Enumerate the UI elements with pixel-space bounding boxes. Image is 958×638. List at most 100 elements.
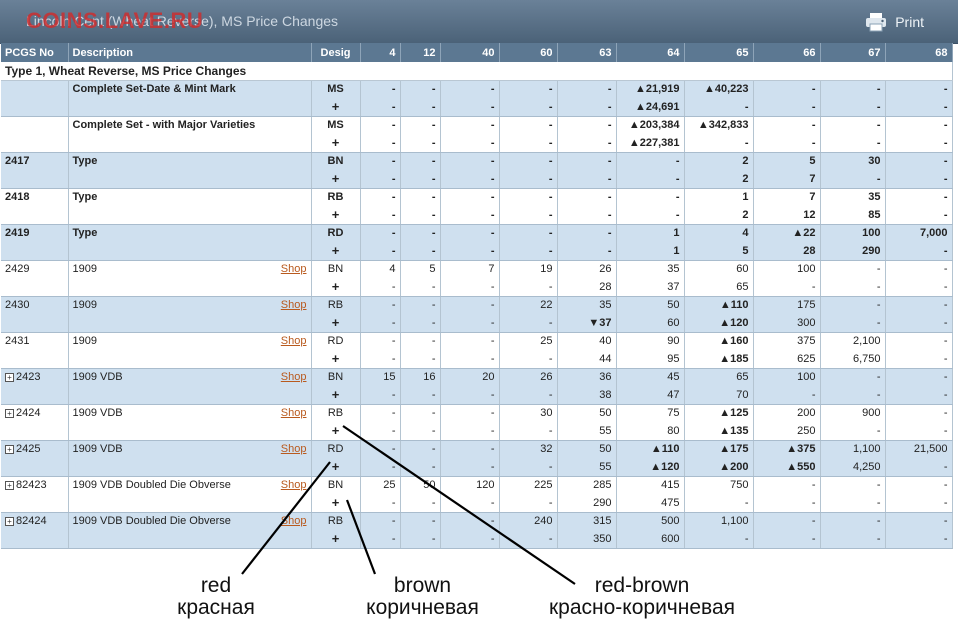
price-cell-12: -: [400, 494, 441, 513]
col-header-grade-4[interactable]: 4: [360, 43, 401, 62]
pcgs-cell: 2431: [1, 332, 69, 350]
price-cell-68: -: [885, 80, 953, 98]
price-cell-4: -: [360, 170, 401, 189]
description-cell: Shop 1909 VDB: [68, 440, 312, 458]
price-cell-68: -: [885, 242, 953, 261]
price-cell-68: -: [885, 98, 953, 117]
table-row-plus: + - - - - -1 5 28 290-: [1, 242, 953, 261]
annotation-brown-en: brown: [393, 574, 452, 597]
price-cell-12: -: [400, 404, 441, 422]
price-cell-4: -: [360, 494, 401, 513]
expand-icon[interactable]: +: [5, 480, 14, 490]
expand-icon[interactable]: +: [5, 516, 14, 526]
print-button[interactable]: Print: [865, 12, 924, 32]
price-cell-12: -: [400, 224, 441, 242]
price-cell-66: 7: [753, 188, 821, 206]
table-row: +2423 Shop 1909 VDB BN 15 16 20 26 36 45 65 100- -: [1, 368, 953, 386]
desig-cell: BN: [311, 368, 361, 386]
price-cell-60: 240: [499, 512, 558, 530]
price-cell-63: 350: [557, 530, 617, 549]
desig-cell: BN: [311, 260, 361, 278]
table-row-plus: + - - - -55 ▲120 ▲200 ▲550 4,250-: [1, 458, 953, 477]
table-row: 2419 Type RD - - - - -1 4 ▲22 100 7,000: [1, 224, 953, 242]
price-cell-40: 20: [440, 368, 500, 386]
price-cell-64: 60: [616, 314, 685, 333]
price-cell-65: 2: [684, 206, 754, 225]
col-header-grade-40[interactable]: 40: [440, 43, 500, 62]
description-text: 1909 VDB Doubled Die Obverse: [72, 479, 231, 492]
description-cell: Shop 1909 VDB: [68, 368, 312, 386]
price-cell-40: -: [440, 206, 500, 225]
shop-link[interactable]: Shop: [281, 443, 307, 455]
col-header-grade-66[interactable]: 66: [753, 43, 821, 62]
col-header-grade-63[interactable]: 63: [557, 43, 617, 62]
col-header-desig[interactable]: Desig: [311, 43, 361, 62]
price-cell-65: ▲342,833: [684, 116, 754, 134]
shop-link[interactable]: Shop: [281, 371, 307, 383]
price-cell-64: 80: [616, 422, 685, 441]
price-cell-65: -: [684, 98, 754, 117]
price-cell-68: -: [885, 152, 953, 170]
col-header-grade-67[interactable]: 67: [820, 43, 886, 62]
description-cell: [68, 134, 312, 153]
description-text: Complete Set - with Major Varieties: [72, 119, 256, 132]
price-cell-40: -: [440, 422, 500, 441]
pcgs-cell: [1, 80, 69, 98]
pcgs-number: 2417: [5, 155, 30, 168]
price-cell-40: -: [440, 116, 500, 134]
price-cell-66: 12: [753, 206, 821, 225]
description-cell: Type: [68, 224, 312, 242]
price-cell-63: -: [557, 206, 617, 225]
price-cell-40: -: [440, 80, 500, 98]
price-cell-64: 475: [616, 494, 685, 513]
table-row: +2425 Shop 1909 VDB RD - - -32 50 ▲110 ▲175 ▲375 1,…: [1, 440, 953, 458]
shop-link[interactable]: Shop: [281, 479, 307, 491]
price-cell-40: -: [440, 296, 500, 314]
col-header-grade-65[interactable]: 65: [684, 43, 754, 62]
price-cell-60: -: [499, 134, 558, 153]
description-cell: Shop 1909 VDB Doubled Die Obverse: [68, 512, 312, 530]
price-cell-60: -: [499, 458, 558, 477]
price-cell-66: 200: [753, 404, 821, 422]
price-cell-64: 1: [616, 242, 685, 261]
plus-grade-label: +: [311, 242, 361, 261]
price-cell-68: -: [885, 332, 953, 350]
pcgs-number: 2419: [5, 227, 30, 240]
shop-link[interactable]: Shop: [281, 407, 307, 419]
desig-cell: RD: [311, 224, 361, 242]
price-cell-60: 225: [499, 476, 558, 494]
shop-link[interactable]: Shop: [281, 515, 307, 527]
plus-grade-label: +: [311, 350, 361, 369]
col-header-grade-12[interactable]: 12: [400, 43, 441, 62]
price-cell-60: -: [499, 116, 558, 134]
col-header-grade-64[interactable]: 64: [616, 43, 685, 62]
col-header-grade-60[interactable]: 60: [499, 43, 558, 62]
price-cell-63: 26: [557, 260, 617, 278]
description-cell: [68, 458, 312, 477]
price-cell-60: -: [499, 80, 558, 98]
shop-link[interactable]: Shop: [281, 263, 307, 275]
col-header-grade-68[interactable]: 68: [885, 43, 953, 62]
expand-icon[interactable]: +: [5, 444, 14, 454]
pcgs-number: 2430: [5, 299, 30, 312]
price-cell-66: 375: [753, 332, 821, 350]
description-cell: Shop 1909 VDB: [68, 404, 312, 422]
col-header-pcgs[interactable]: PCGS No: [1, 43, 69, 62]
price-cell-66: -: [753, 116, 821, 134]
shop-link[interactable]: Shop: [281, 299, 307, 311]
expand-icon[interactable]: +: [5, 372, 14, 382]
plus-grade-label: +: [311, 278, 361, 297]
table-row-plus: + - - - - ▼37 60 ▲120 300- -: [1, 314, 953, 333]
shop-link[interactable]: Shop: [281, 335, 307, 347]
price-cell-65: ▲160: [684, 332, 754, 350]
price-cell-4: -: [360, 332, 401, 350]
price-cell-4: -: [360, 206, 401, 225]
plus-grade-label: +: [311, 530, 361, 549]
price-cell-60: -: [499, 386, 558, 405]
col-header-description[interactable]: Description: [68, 43, 312, 62]
table-row: +2424 Shop 1909 VDB RB - - -30 50 75 ▲125 200 900-: [1, 404, 953, 422]
price-cell-65: ▲40,223: [684, 80, 754, 98]
expand-icon[interactable]: +: [5, 408, 14, 418]
section-title-row: Type 1, Wheat Reverse, MS Price Changes: [1, 62, 953, 81]
price-cell-64: 600: [616, 530, 685, 549]
